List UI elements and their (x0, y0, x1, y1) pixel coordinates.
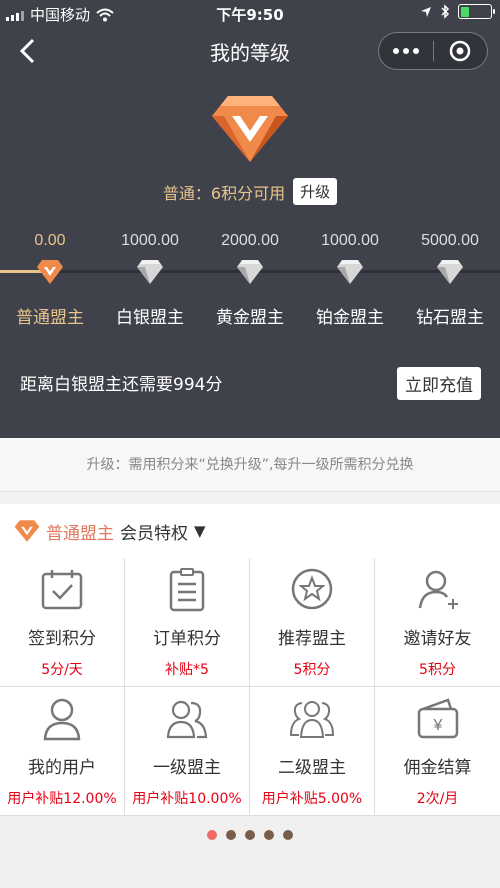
battery-fill (460, 6, 470, 17)
level-step: 5000.00 钻石盟主 (400, 232, 500, 328)
two-users-icon (166, 700, 208, 739)
level-points: 2000.00 (221, 232, 279, 249)
privilege-item[interactable]: 我的用户用户补贴12.00% (0, 687, 125, 816)
current-level-text: 普通：6积分可用 (162, 183, 286, 203)
privileges-level: 普通盟主 (46, 523, 114, 544)
privileges-header[interactable]: 普通盟主 会员特权 ▼ (0, 504, 500, 558)
level-name: 钻石盟主 (416, 308, 484, 328)
level-step: 0.00 普通盟主 (0, 232, 100, 328)
privilege-title: 推荐盟主 (278, 629, 346, 649)
silver-diamond-icon (237, 260, 263, 284)
privilege-value: 用户补贴12.00% (7, 791, 117, 807)
privilege-item[interactable]: 二级盟主用户补贴5.00% (250, 687, 375, 816)
svg-text:¥: ¥ (432, 717, 442, 734)
star-badge-icon (291, 568, 333, 610)
record-circle-icon (450, 40, 471, 62)
status-right (420, 4, 495, 19)
privilege-title: 签到积分 (28, 629, 96, 649)
recharge-button[interactable]: 立即充值 (397, 367, 481, 400)
level-points: 1000.00 (121, 232, 179, 249)
user-add-icon (418, 570, 458, 609)
level-points: 1000.00 (321, 232, 379, 249)
privilege-title: 二级盟主 (278, 758, 346, 778)
triangle-down-icon: ▼ (194, 522, 206, 540)
status-bar: 中国移动 下午9:50 (0, 0, 500, 26)
carousel-dot[interactable] (264, 830, 274, 840)
privilege-title: 佣金结算 (403, 758, 472, 778)
level-step: 1000.00 铂金盟主 (300, 232, 400, 328)
miniprogram-capsule (378, 32, 488, 70)
three-users-icon (289, 701, 335, 738)
carousel-dot[interactable] (207, 830, 217, 840)
level-step: 2000.00 黄金盟主 (200, 232, 300, 328)
silver-diamond-icon (337, 260, 363, 284)
privilege-item[interactable]: 推荐盟主 5积分 (250, 558, 375, 687)
privilege-value: 补贴*5 (165, 662, 209, 678)
privilege-value: 用户补贴10.00% (132, 791, 242, 807)
close-button[interactable] (434, 33, 487, 69)
silver-diamond-icon (137, 260, 163, 284)
privilege-value: 5分/天 (41, 662, 83, 678)
level-step: 1000.00 白银盟主 (100, 232, 200, 328)
order-list-icon (169, 568, 205, 612)
battery-icon (458, 4, 495, 19)
privilege-value: 5积分 (293, 662, 331, 678)
privilege-item[interactable]: 邀请好友 5积分 (375, 558, 500, 687)
carousel-dots (0, 830, 500, 840)
current-level-row: 普通：6积分可用 升级 (0, 178, 500, 205)
privilege-title: 订单积分 (153, 629, 221, 649)
upgrade-button[interactable]: 升级 (293, 178, 338, 205)
privilege-item[interactable]: 订单积分补贴*5 (125, 558, 250, 687)
silver-diamond-icon (437, 260, 463, 284)
privilege-item[interactable]: ¥ 佣金结算 2次/月 (375, 687, 500, 816)
privilege-value: 2次/月 (416, 791, 459, 807)
upgrade-notice: 升级：需用积分来“兑换升级”,每升一级所需积分兑换 (0, 438, 500, 492)
privileges-section: 普通盟主 会员特权 ▼ 签到积分 5分/天 订单积分补贴*5 推荐盟主 5积分 邀请好友 5… (0, 504, 500, 888)
privilege-title: 邀请好友 (403, 629, 472, 649)
privilege-title: 一级盟主 (153, 758, 221, 778)
bronze-diamond-icon (37, 260, 63, 284)
bluetooth-icon (441, 4, 450, 19)
privilege-title: 我的用户 (28, 758, 96, 778)
carousel-dot[interactable] (245, 830, 255, 840)
calendar-check-icon (41, 570, 83, 610)
user-icon (43, 698, 81, 741)
bronze-diamond-icon (14, 520, 40, 542)
level-name: 黄金盟主 (216, 308, 284, 328)
nav-bar: 我的等级 (0, 26, 500, 76)
location-icon (421, 6, 431, 17)
level-name: 铂金盟主 (316, 308, 384, 328)
wallet-icon: ¥ (417, 698, 458, 739)
privilege-value: 用户补贴5.00% (261, 791, 363, 807)
privilege-item[interactable]: 签到积分 5分/天 (0, 558, 125, 687)
level-name: 普通盟主 (16, 308, 84, 328)
carousel-dot[interactable] (283, 830, 293, 840)
level-name: 白银盟主 (116, 308, 184, 328)
carousel-dot[interactable] (226, 830, 236, 840)
level-points: 0.00 (34, 232, 66, 249)
privileges-grid: 签到积分 5分/天 订单积分补贴*5 推荐盟主 5积分 邀请好友 5积分我的用户用户补贴12… (0, 558, 500, 816)
privileges-label: 会员特权 (120, 523, 188, 544)
privilege-item[interactable]: 一级盟主用户补贴10.00% (125, 687, 250, 816)
more-button[interactable] (379, 33, 433, 69)
privilege-value: 5积分 (419, 662, 456, 678)
points-needed-text: 距离白银盟主还需要994分 (20, 375, 223, 395)
diamond-logo-icon (212, 96, 288, 162)
level-points: 5000.00 (421, 232, 479, 249)
